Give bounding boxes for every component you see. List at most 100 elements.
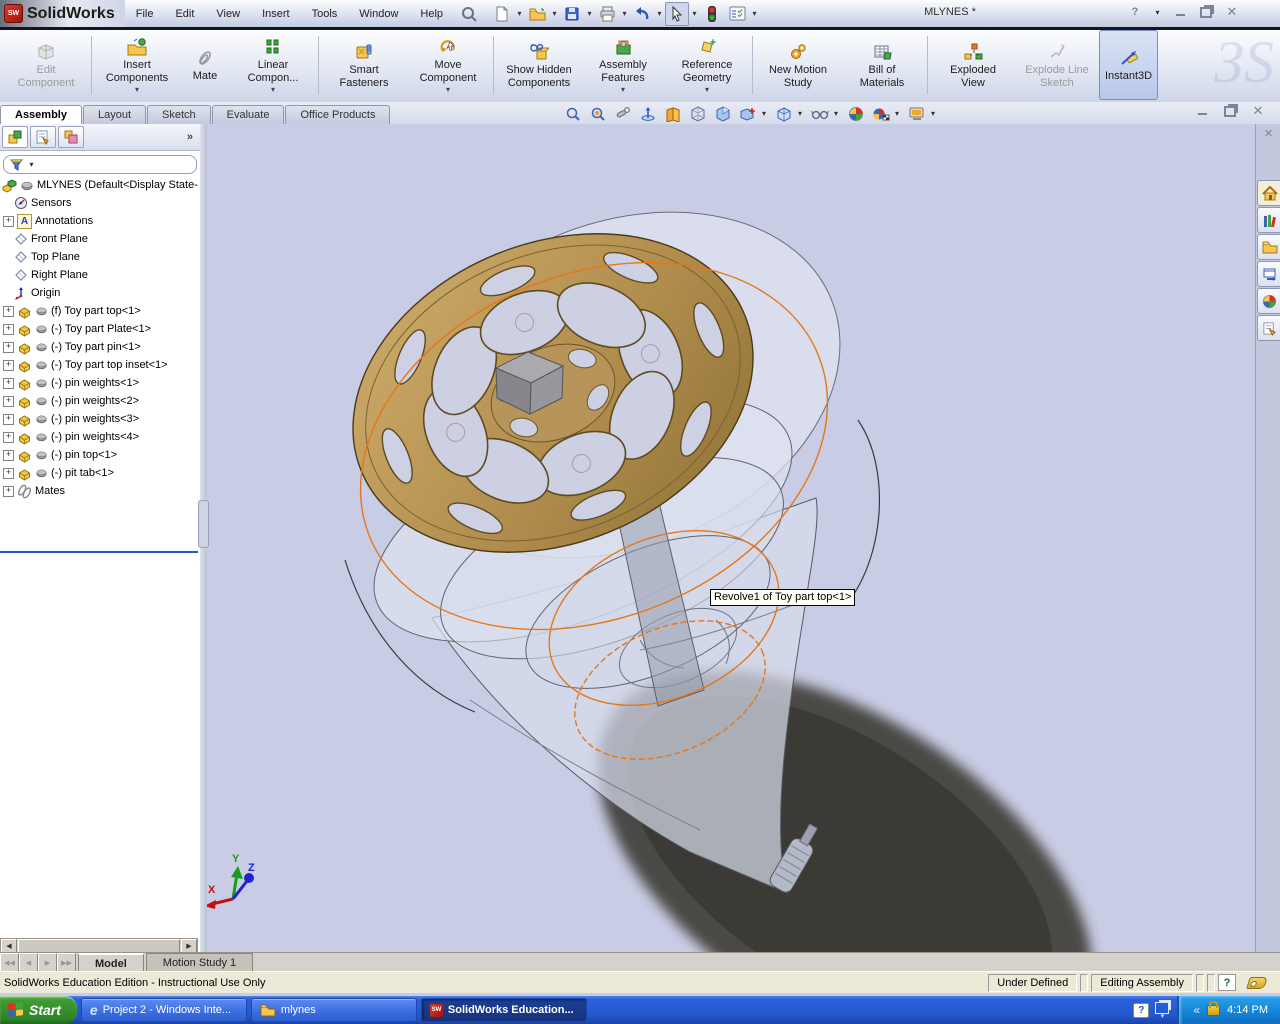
- help-notification-icon[interactable]: ?: [1133, 1003, 1149, 1018]
- view-palette-tab[interactable]: [1257, 261, 1280, 287]
- first-tab-arrow[interactable]: ◀◀: [0, 953, 19, 972]
- tree-row-right-plane[interactable]: Right Plane: [14, 266, 88, 284]
- new-document-button[interactable]: [490, 2, 514, 26]
- menu-insert[interactable]: Insert: [251, 5, 301, 23]
- minimize-button[interactable]: [1172, 5, 1188, 19]
- lock-tray-icon[interactable]: [1207, 1005, 1220, 1016]
- tree-filter-bar[interactable]: ▾: [3, 155, 197, 174]
- view-orientation-caret[interactable]: ▾: [798, 109, 806, 118]
- move-component-button[interactable]: Move Component ▾: [406, 30, 490, 100]
- menu-edit[interactable]: Edit: [164, 5, 205, 23]
- tree-row-component[interactable]: + (-) pit tab<1>: [0, 464, 114, 482]
- exploded-view-button[interactable]: Exploded View: [931, 30, 1015, 100]
- shaded-view-icon[interactable]: [712, 104, 734, 123]
- wireframe-icon[interactable]: [687, 104, 709, 123]
- doc-close-button[interactable]: ✕: [1250, 104, 1266, 118]
- start-button[interactable]: Start: [0, 996, 77, 1024]
- restore-button[interactable]: [1198, 5, 1214, 19]
- splitter-grip[interactable]: [198, 500, 209, 548]
- motion-study-tab[interactable]: Motion Study 1: [146, 953, 253, 972]
- open-button[interactable]: [525, 2, 549, 26]
- reference-geometry-button[interactable]: Reference Geometry ▾: [665, 30, 749, 100]
- new-motion-study-button[interactable]: New Motion Study: [756, 30, 840, 100]
- tree-row-front-plane[interactable]: Front Plane: [14, 230, 88, 248]
- tree-row-annotations[interactable]: + A Annotations: [0, 212, 93, 230]
- tree-row-component[interactable]: + (-) Toy part pin<1>: [0, 338, 141, 356]
- scrollbar-thumb[interactable]: [18, 939, 180, 953]
- new-dropdown-caret[interactable]: ▾: [515, 9, 524, 18]
- view-orientation-icon[interactable]: [773, 104, 795, 123]
- display-style-caret[interactable]: ▾: [834, 109, 842, 118]
- insert-components-caret[interactable]: ▾: [135, 85, 139, 94]
- linear-component-pattern-button[interactable]: Linear Compon... ▾: [231, 30, 315, 100]
- propertymanager-tab[interactable]: [30, 126, 56, 148]
- filter-caret[interactable]: ▾: [27, 160, 36, 169]
- rebuild-button[interactable]: [700, 2, 724, 26]
- zoom-fit-icon[interactable]: [562, 104, 584, 123]
- expand-toggle[interactable]: +: [3, 432, 14, 443]
- doc-restore-button[interactable]: [1222, 104, 1238, 118]
- menu-help[interactable]: Help: [409, 5, 454, 23]
- home-tab[interactable]: [1257, 180, 1280, 206]
- tree-row-component[interactable]: + (-) pin weights<3>: [0, 410, 139, 428]
- bill-of-materials-button[interactable]: Bill of Materials: [840, 30, 924, 100]
- camera-view-icon[interactable]: [906, 104, 928, 123]
- zoom-area-icon[interactable]: [587, 104, 609, 123]
- display-style-icon[interactable]: [809, 104, 831, 123]
- custom-properties-tab[interactable]: [1257, 315, 1280, 341]
- tree-row-origin[interactable]: Origin: [14, 284, 60, 302]
- close-button[interactable]: ✕: [1224, 5, 1240, 19]
- configurationmanager-tab[interactable]: [58, 126, 84, 148]
- save-button[interactable]: [560, 2, 584, 26]
- print-button[interactable]: [595, 2, 619, 26]
- save-dropdown-caret[interactable]: ▾: [585, 9, 594, 18]
- tree-row-component[interactable]: + (-) Toy part top inset<1>: [0, 356, 168, 374]
- assembly-features-caret[interactable]: ▾: [621, 85, 625, 94]
- quick-tips-icon[interactable]: ?: [1218, 974, 1236, 991]
- tags-icon[interactable]: [1246, 977, 1268, 989]
- scroll-left-arrow[interactable]: ◀: [1, 939, 17, 953]
- next-tab-arrow[interactable]: ▶: [38, 953, 57, 972]
- tree-row-component[interactable]: + (f) Toy part top<1>: [0, 302, 141, 320]
- expand-toggle[interactable]: +: [3, 468, 14, 479]
- normal-to-icon[interactable]: [637, 104, 659, 123]
- mate-button[interactable]: Mate: [179, 30, 231, 100]
- display-switch-icon[interactable]: ▾: [1155, 1002, 1169, 1019]
- taskbar-item-mlynes-folder[interactable]: mlynes: [251, 998, 417, 1022]
- panel-more-chevron[interactable]: »: [187, 131, 192, 143]
- last-tab-arrow[interactable]: ▶▶: [57, 953, 76, 972]
- magnified-selection-icon[interactable]: [612, 104, 634, 123]
- smart-fasteners-button[interactable]: Smart Fasteners: [322, 30, 406, 100]
- design-library-tab[interactable]: [1257, 207, 1280, 233]
- menu-tools[interactable]: Tools: [301, 5, 349, 23]
- move-component-caret[interactable]: ▾: [446, 85, 450, 94]
- graphics-viewport[interactable]: X Y Z: [207, 124, 1255, 952]
- tree-row-top-plane[interactable]: Top Plane: [14, 248, 80, 266]
- tree-row-component[interactable]: + (-) pin weights<4>: [0, 428, 139, 446]
- tree-row-root[interactable]: MLYNES (Default<Display State-: [2, 176, 198, 194]
- options-dropdown-caret[interactable]: ▾: [750, 9, 759, 18]
- file-explorer-tab[interactable]: [1257, 234, 1280, 260]
- tree-row-component[interactable]: + (-) pin top<1>: [0, 446, 117, 464]
- assembly-features-button[interactable]: Assembly Features ▾: [581, 30, 665, 100]
- select-tool-button[interactable]: [665, 2, 689, 26]
- undo-dropdown-caret[interactable]: ▾: [655, 9, 664, 18]
- apply-scene-icon[interactable]: [845, 104, 867, 123]
- select-dropdown-caret[interactable]: ▾: [690, 9, 699, 18]
- appearances-tab[interactable]: [1257, 288, 1280, 314]
- tree-row-component[interactable]: + (-) Toy part Plate<1>: [0, 320, 151, 338]
- tree-row-component[interactable]: + (-) pin weights<1>: [0, 374, 139, 392]
- instant3d-button[interactable]: Instant3D: [1099, 30, 1158, 100]
- tab-evaluate[interactable]: Evaluate: [212, 105, 285, 124]
- camera-view-caret[interactable]: ▾: [931, 109, 939, 118]
- section-view-icon[interactable]: [662, 104, 684, 123]
- expand-toggle[interactable]: +: [3, 342, 14, 353]
- expand-toggle[interactable]: +: [3, 486, 14, 497]
- options-button[interactable]: [725, 2, 749, 26]
- help-dropdown-caret[interactable]: ▾: [1153, 8, 1162, 17]
- menu-window[interactable]: Window: [348, 5, 409, 23]
- menu-file[interactable]: File: [125, 5, 165, 23]
- help-button[interactable]: ?: [1127, 5, 1143, 19]
- doc-minimize-button[interactable]: [1194, 104, 1210, 118]
- featuremanager-tab[interactable]: [2, 126, 28, 148]
